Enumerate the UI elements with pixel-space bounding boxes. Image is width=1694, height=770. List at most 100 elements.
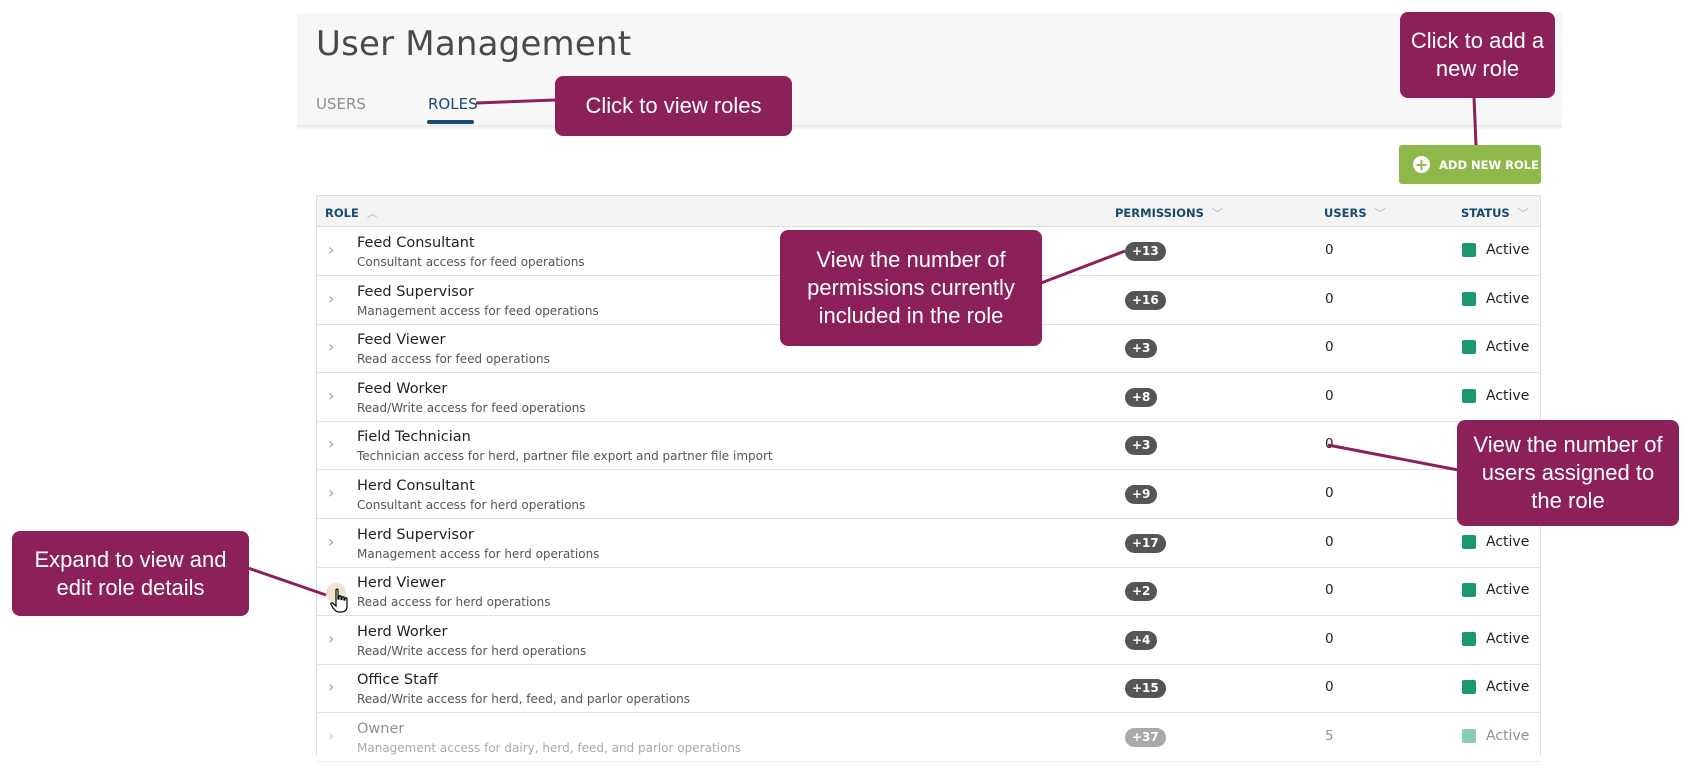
- role-description: Read/Write access for feed operations: [357, 400, 586, 415]
- role-name: Owner: [357, 721, 405, 737]
- column-header-role[interactable]: ROLE ︿: [325, 205, 378, 221]
- column-header-status-label: STATUS: [1461, 206, 1510, 220]
- table-row[interactable]: › Field Technician Technician access for h…: [316, 421, 1541, 471]
- users-count: 0: [1325, 533, 1334, 550]
- role-name: Feed Worker: [357, 380, 448, 397]
- role-description: Management access for feed operations: [357, 303, 599, 318]
- role-name: Field Technician: [357, 429, 471, 446]
- users-count: 5: [1325, 728, 1334, 744]
- callout-expand: Expand to view and edit role details: [12, 531, 249, 616]
- role-name: Feed Supervisor: [357, 283, 474, 300]
- role-name: Herd Supervisor: [357, 526, 474, 543]
- add-new-role-button[interactable]: + ADD NEW ROLE: [1399, 145, 1541, 184]
- header-divider: [297, 125, 1562, 130]
- chevron-right-icon[interactable]: ›: [328, 483, 342, 503]
- status-indicator: [1462, 388, 1476, 403]
- role-description: Consultant access for feed operations: [357, 255, 585, 269]
- users-count: 0: [1325, 436, 1334, 453]
- users-count: 0: [1325, 582, 1334, 599]
- permissions-count-badge[interactable]: +2: [1125, 582, 1158, 602]
- status-text: Active: [1486, 679, 1530, 696]
- status-text: Active: [1486, 728, 1530, 744]
- role-description: Management access for herd operations: [357, 546, 600, 561]
- status-text: Active: [1486, 290, 1530, 307]
- active-tab-indicator: [427, 120, 474, 124]
- permissions-count-badge[interactable]: +3: [1125, 436, 1158, 456]
- tab-users[interactable]: USERS: [316, 95, 366, 113]
- permissions-count-badge[interactable]: +3: [1125, 339, 1158, 359]
- chevron-right-icon[interactable]: ›: [328, 629, 342, 649]
- chevron-right-icon[interactable]: ›: [328, 337, 342, 357]
- permissions-count-badge[interactable]: +15: [1125, 679, 1166, 699]
- permissions-count-badge[interactable]: +16: [1125, 290, 1166, 310]
- users-count: 0: [1325, 485, 1334, 501]
- role-name: Feed Viewer: [357, 332, 446, 349]
- column-header-status[interactable]: STATUS ﹀: [1461, 205, 1529, 221]
- chevron-right-icon[interactable]: ›: [328, 289, 342, 309]
- chevron-right-icon[interactable]: ›: [328, 726, 342, 746]
- status-indicator: [1462, 729, 1476, 743]
- chevron-down-icon: ﹀: [1517, 207, 1529, 220]
- chevron-right-icon[interactable]: ›: [328, 677, 342, 697]
- column-header-permissions-label: PERMISSIONS: [1115, 206, 1204, 220]
- column-header-users-label: USERS: [1324, 206, 1367, 220]
- role-name: Herd Worker: [357, 623, 448, 640]
- status-indicator: [1462, 534, 1476, 549]
- role-description: Read/Write access for herd operations: [357, 643, 587, 658]
- permissions-count-badge[interactable]: +13: [1125, 242, 1166, 261]
- permissions-count-badge[interactable]: +37: [1125, 728, 1166, 747]
- permissions-count-badge[interactable]: +9: [1125, 485, 1158, 504]
- status-indicator: [1462, 680, 1476, 695]
- tab-roles[interactable]: ROLES: [428, 95, 478, 113]
- status-text: Active: [1486, 339, 1530, 356]
- table-row[interactable]: › Herd Consultant Consultant access for he…: [316, 470, 1541, 519]
- role-description: Read access for feed operations: [357, 352, 550, 367]
- plus-circle-icon: +: [1413, 154, 1430, 174]
- role-description: Consultant access for herd operations: [357, 498, 586, 512]
- pointer-hand-icon: [330, 588, 348, 613]
- status-indicator: [1462, 243, 1476, 257]
- chevron-right-icon[interactable]: ›: [328, 434, 342, 454]
- role-name: Herd Consultant: [357, 478, 475, 494]
- users-count: 0: [1325, 630, 1334, 647]
- table-header: ROLE ︿ PERMISSIONS ﹀ USERS ﹀ STATUS ﹀: [316, 195, 1541, 227]
- callout-permissions: View the number of permissions currently…: [780, 230, 1042, 346]
- table-row[interactable]: ›Herd ViewerRead access for herd operati…: [316, 567, 1541, 617]
- chevron-right-icon[interactable]: ›: [328, 240, 342, 260]
- status-text: Active: [1486, 630, 1530, 647]
- chevron-right-icon[interactable]: ›: [328, 386, 342, 406]
- permissions-count-badge[interactable]: +17: [1125, 533, 1166, 553]
- table-row[interactable]: › Herd Supervisor Management access for he…: [316, 519, 1541, 568]
- sort-asc-icon: ︿: [366, 207, 378, 220]
- column-header-permissions[interactable]: PERMISSIONS ﹀: [1115, 205, 1223, 221]
- role-name: Feed Consultant: [357, 235, 475, 251]
- table-row[interactable]: › Office Staff Read/Write access for herd,…: [316, 664, 1541, 714]
- permissions-count-badge[interactable]: +8: [1125, 387, 1158, 407]
- role-description: Management access for dairy, herd, feed,…: [357, 741, 742, 755]
- role-description: Read/Write access for herd, feed, and pa…: [357, 692, 691, 707]
- status-text: Active: [1486, 387, 1530, 404]
- users-count: 0: [1325, 290, 1334, 307]
- status-indicator: [1462, 583, 1476, 598]
- chevron-down-icon: ﹀: [1211, 207, 1223, 220]
- status-indicator: [1462, 340, 1476, 355]
- role-name: Office Staff: [357, 672, 438, 689]
- table-row[interactable]: › Owner Management access for dairy, herd,…: [316, 713, 1541, 762]
- users-count: 0: [1325, 387, 1334, 404]
- status-indicator: [1462, 631, 1476, 646]
- status-text: Active: [1486, 582, 1530, 599]
- chevron-down-icon: ﹀: [1374, 207, 1386, 220]
- role-description: Read access for herd operations: [357, 595, 551, 610]
- page-title: User Management: [316, 24, 632, 64]
- role-description: Technician access for herd, partner file…: [357, 449, 773, 464]
- column-header-role-label: ROLE: [325, 206, 359, 220]
- add-new-role-label: ADD NEW ROLE: [1439, 157, 1539, 172]
- chevron-right-icon[interactable]: ›: [328, 532, 342, 552]
- permissions-count-badge[interactable]: +4: [1125, 630, 1158, 650]
- status-text: Active: [1486, 533, 1530, 550]
- table-row[interactable]: › Feed Worker Read/Write access for feed o…: [316, 373, 1541, 422]
- callout-add-role: Click to add a new role: [1400, 12, 1555, 98]
- table-row[interactable]: › Herd Worker Read/Write access for herd o…: [316, 616, 1541, 665]
- status-text: Active: [1486, 242, 1530, 258]
- column-header-users[interactable]: USERS ﹀: [1324, 205, 1386, 221]
